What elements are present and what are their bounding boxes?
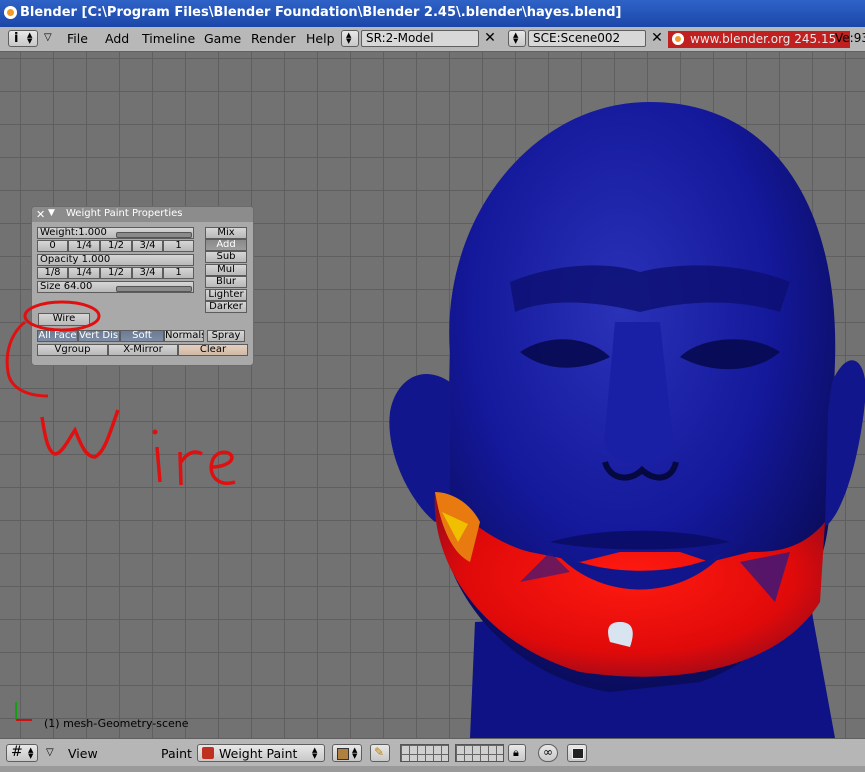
menu-file[interactable]: File [67,31,88,46]
close-icon[interactable]: ✕ [36,208,45,221]
mode-blur-button[interactable]: Blur [205,276,247,288]
opacity-preset-half[interactable]: 1/2 [100,267,132,279]
weight-label: Weight:1.000 [40,227,107,238]
opacity-preset-three-quarter[interactable]: 3/4 [132,267,163,279]
annotation-letter-r [178,450,203,486]
annotation-letter-w [40,409,120,459]
lock-layers-toggle[interactable]: 🔒︎ [508,744,526,762]
blender-logo-icon [4,6,17,19]
annotation-letter-i [155,446,162,483]
mode-select[interactable]: Weight Paint ▲ ▼ [197,744,325,762]
window-title: Blender [C:\Program Files\Blender Founda… [20,5,622,20]
updown-arrows-icon: ▲ ▼ [352,746,358,760]
solid-cube-icon [337,748,349,760]
lock-icon: 🔒︎ [513,746,519,759]
bottom-strip [0,766,865,772]
updown-arrows-icon: ▲ ▼ [513,31,519,45]
opacity-preset-quarter[interactable]: 1/4 [68,267,100,279]
draw-type-button[interactable]: ▲ ▼ [332,744,362,762]
layer-buttons-group-2[interactable] [455,744,504,762]
weight-preset-0[interactable]: 0 [37,240,68,252]
version-info: Ve:93 [835,31,865,45]
weight-slider[interactable]: Weight:1.000 [37,227,194,239]
updown-arrows-icon: ▲ ▼ [28,746,34,760]
editor-type-button[interactable]: # ▲ ▼ [6,744,38,762]
link-icon: ∞ [543,745,553,759]
weight-paint-brush-icon [202,747,214,759]
size-label: Size 64.00 [40,281,93,292]
window-title-bar: Blender [C:\Program Files\Blender Founda… [0,0,865,27]
screen-browse-button[interactable]: ▲ ▼ [341,30,359,47]
menu-add[interactable]: Add [105,31,129,46]
collapse-menu-icon[interactable]: ▽ [44,32,52,43]
mode-sub-button[interactable]: Sub [205,251,247,263]
layer-buttons-group-1[interactable] [400,744,449,762]
weight-preset-quarter[interactable]: 1/4 [68,240,100,252]
weight-preset-half[interactable]: 1/2 [100,240,132,252]
updown-arrows-icon: ▲ ▼ [27,31,33,45]
scene-browse-button[interactable]: ▲ ▼ [508,30,526,47]
updown-arrows-icon: ▲ ▼ [346,31,352,45]
panel-header: ✕ ▼ Weight Paint Properties [32,207,253,222]
menu-render[interactable]: Render [251,31,296,46]
annotation-letter-e [209,450,236,485]
status-text: www.blender.org 245.15 [690,32,837,46]
opacity-label: Opacity 1.000 [40,254,111,265]
screen-delete-icon[interactable]: ✕ [483,31,497,46]
blender-logo-icon [672,33,684,45]
head-mesh[interactable] [380,82,865,738]
annotation-arrow-curve [5,320,49,398]
opacity-slider[interactable]: Opacity 1.000 [37,254,194,266]
opacity-preset-1[interactable]: 1 [163,267,194,279]
menu-timeline[interactable]: Timeline [142,31,195,46]
weight-preset-three-quarter[interactable]: 3/4 [132,240,163,252]
image-icon [572,748,584,759]
screen-name-field[interactable]: SR:2-Model [361,30,479,47]
mode-add-button[interactable]: Add [205,239,247,251]
collapse-triangle-icon[interactable]: ▼ [48,208,55,218]
mode-mul-button[interactable]: Mul [205,264,247,276]
menu-view[interactable]: View [68,746,98,761]
status-bar: www.blender.org 245.15 [668,31,850,48]
menu-help[interactable]: Help [306,31,335,46]
grid-icon: # [11,744,23,760]
opacity-preset-eighth[interactable]: 1/8 [37,267,68,279]
updown-arrows-icon: ▲ ▼ [312,746,318,760]
axis-gizmo-icon [15,702,32,721]
viewport-header: # ▲ ▼ ▽ View Paint Weight Paint ▲ ▼ ▲ ▼ ✎ 🔒… [0,738,865,767]
wire-highlight-circle [23,300,101,332]
panel-title: Weight Paint Properties [66,208,183,219]
menu-paint[interactable]: Paint [161,746,192,761]
mode-mix-button[interactable]: Mix [205,227,247,239]
render-toggle[interactable] [567,744,587,762]
mode-select-label: Weight Paint [219,746,298,761]
window-type-button[interactable]: i ▲ ▼ [8,30,38,47]
weight-slider-track [116,232,192,238]
scene-name-field[interactable]: SCE:Scene002 [528,30,646,47]
object-info-label: (1) mesh-Geometry-scene [44,717,189,730]
3d-viewport[interactable]: ✕ ▼ Weight Paint Properties Weight:1.000… [0,52,865,738]
scene-delete-icon[interactable]: ✕ [650,31,664,46]
info-header: i ▲ ▼ ▽ File Add Timeline Game Render Hel… [0,27,865,52]
weight-preset-1[interactable]: 1 [163,240,194,252]
info-icon: i [14,31,19,46]
pencil-toggle[interactable]: ✎ [370,744,390,762]
menu-game[interactable]: Game [204,31,241,46]
link-toggle[interactable]: ∞ [538,744,558,762]
pencil-icon: ✎ [374,745,385,759]
collapse-menu-icon[interactable]: ▽ [46,747,54,758]
handwritten-annotation [5,300,236,486]
